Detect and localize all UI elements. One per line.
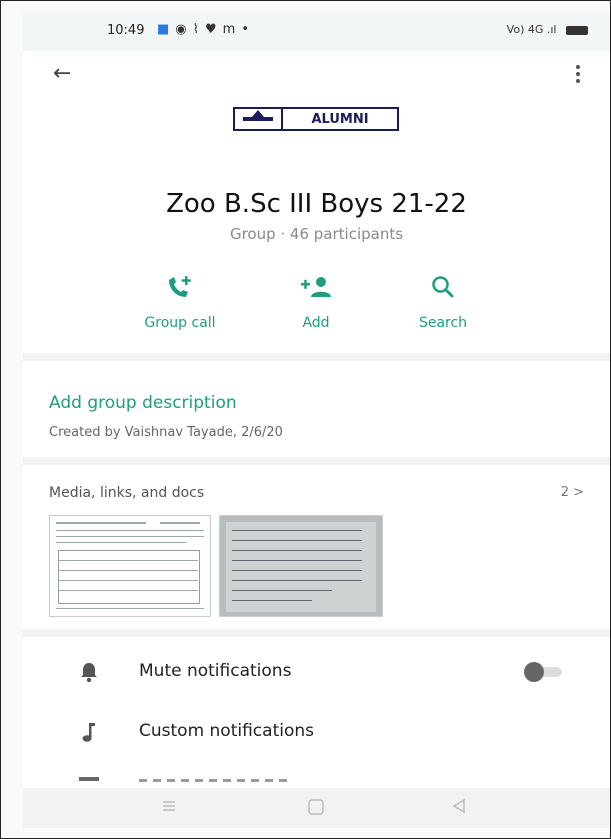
more-options-icon[interactable] xyxy=(576,65,580,86)
group-avatar-logo[interactable]: ALUMNI xyxy=(233,107,399,131)
custom-notifications-row[interactable]: Custom notifications xyxy=(23,707,610,757)
section-divider xyxy=(23,629,610,637)
media-links-docs-title[interactable]: Media, links, and docs xyxy=(49,485,204,501)
section-divider xyxy=(23,457,610,465)
status-right: Vo) 4G .ıl xyxy=(507,23,588,36)
bell-icon xyxy=(79,661,99,683)
custom-notifications-label: Custom notifications xyxy=(139,721,314,741)
signal-icon: ◉ xyxy=(175,22,193,37)
media-thumbnail-photo[interactable] xyxy=(219,515,383,617)
app-icon: ■ xyxy=(157,22,176,37)
graduation-cap-icon xyxy=(235,109,283,129)
search-button[interactable]: Search xyxy=(388,273,498,331)
music-note-icon xyxy=(79,721,99,743)
section-divider xyxy=(23,353,610,361)
group-subtitle: Group · 46 participants xyxy=(229,225,404,243)
battery-icon xyxy=(566,25,588,35)
media-count-link[interactable]: 2 > xyxy=(561,485,584,500)
add-person-icon xyxy=(261,273,371,301)
search-icon xyxy=(388,273,498,301)
back-arrow-icon[interactable]: ← xyxy=(53,61,71,86)
screenshot-frame: 10:49 ■◉⌇♥m• Vo) 4G .ıl ← ALUMNI Zoo B.S… xyxy=(0,0,611,839)
mute-notifications-row[interactable]: Mute notifications xyxy=(23,647,610,697)
group-call-icon xyxy=(125,273,235,301)
logo-text: ALUMNI xyxy=(311,111,369,127)
twitter-icon: ♥ xyxy=(205,22,223,37)
group-call-button[interactable]: Group call xyxy=(125,273,235,331)
partial-row-icon xyxy=(79,777,99,781)
mute-notifications-label: Mute notifications xyxy=(139,661,292,681)
media-thumbnail-document[interactable] xyxy=(49,515,211,617)
status-icons: ■◉⌇♥m• xyxy=(157,22,255,37)
dot-icon: • xyxy=(241,22,255,37)
status-bar: 10:49 ■◉⌇♥m• Vo) 4G .ıl xyxy=(23,13,610,51)
created-by-text: Created by Vaishnav Tayade, 2/6/20 xyxy=(49,425,283,440)
status-time: 10:49 xyxy=(107,23,145,38)
system-navigation-bar xyxy=(23,788,610,828)
phone-screen: 10:49 ■◉⌇♥m• Vo) 4G .ıl ← ALUMNI Zoo B.S… xyxy=(23,13,610,828)
home-button-icon[interactable] xyxy=(307,798,325,820)
recent-apps-icon[interactable] xyxy=(161,798,177,818)
mute-notifications-toggle[interactable] xyxy=(524,662,564,682)
add-label: Add xyxy=(302,315,330,331)
back-button-icon[interactable] xyxy=(451,798,467,818)
partial-row-label xyxy=(139,779,289,782)
group-call-label: Group call xyxy=(144,315,216,331)
add-participant-button[interactable]: Add xyxy=(261,273,371,331)
add-group-description-link[interactable]: Add group description xyxy=(49,393,237,413)
mail-icon: m xyxy=(222,22,242,37)
network-indicator: Vo) 4G .ıl xyxy=(506,23,557,36)
action-bar: Group call Add Search xyxy=(23,273,610,333)
search-label: Search xyxy=(418,315,468,331)
group-name: Zoo B.Sc III Boys 21-22 xyxy=(166,189,467,219)
wifi-icon: ⌇ xyxy=(192,22,205,37)
